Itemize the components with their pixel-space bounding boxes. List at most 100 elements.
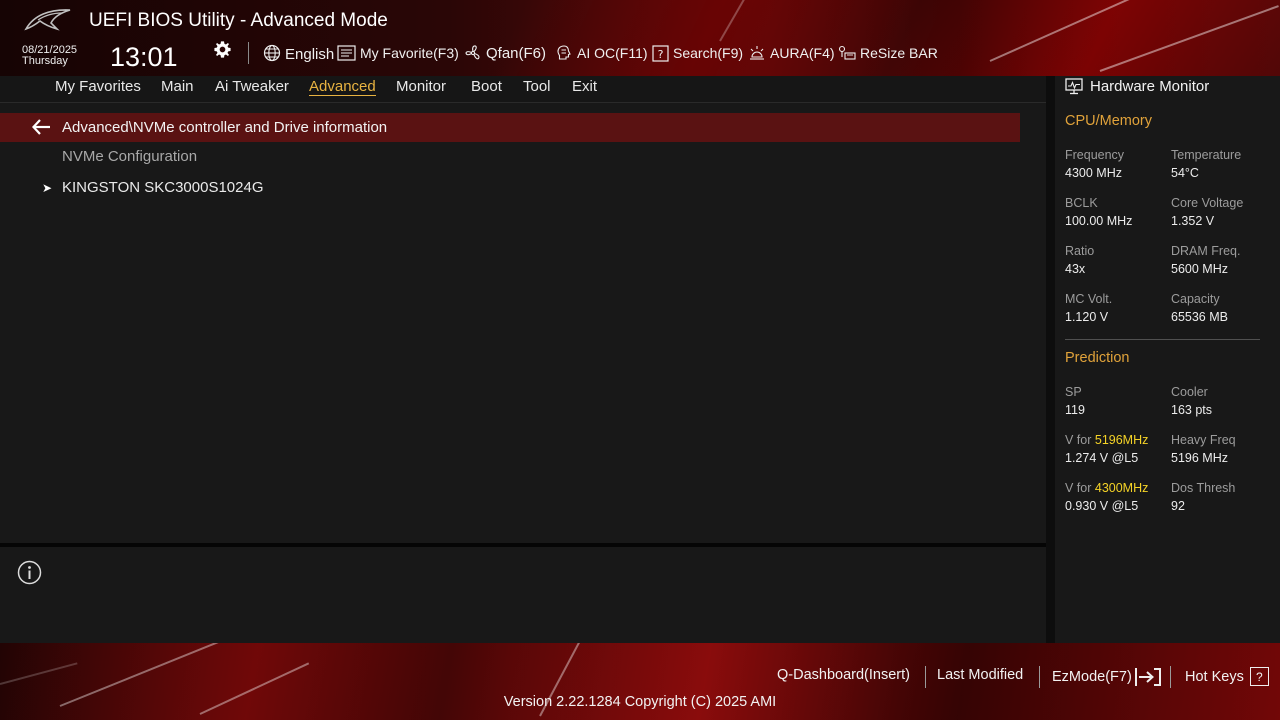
ratio-stat: Ratio 43x <box>1065 242 1094 278</box>
footer-divider <box>1170 666 1171 688</box>
tab-exit[interactable]: Exit <box>572 78 597 95</box>
hot-keys-label: Hot Keys <box>1185 668 1244 685</box>
core-voltage-stat: Core Voltage 1.352 V <box>1171 194 1243 230</box>
stat-label: Core Voltage <box>1171 196 1244 210</box>
ezmode-label: EzMode(F7) <box>1052 669 1132 685</box>
fan-icon <box>465 45 480 60</box>
header-divider <box>248 42 249 64</box>
ezmode-button[interactable]: EzMode(F7) <box>1052 667 1162 687</box>
stat-label-frequency: 4300MHz <box>1094 481 1149 495</box>
ai-chip-icon <box>557 45 571 60</box>
stat-label: Temperature <box>1171 148 1242 162</box>
q-dashboard-button[interactable]: Q-Dashboard(Insert) <box>777 667 910 683</box>
submenu-arrow-icon: ➤ <box>42 180 53 195</box>
gear-icon[interactable] <box>213 40 232 59</box>
version-text: Version 2.22.1284 Copyright (C) 2025 AMI <box>503 694 777 710</box>
globe-icon <box>263 44 281 62</box>
stat-value: 1.120 V <box>1065 310 1109 324</box>
resize-bar-button[interactable]: ReSize BAR <box>838 42 938 64</box>
settings-panel: Advanced\NVMe controller and Drive infor… <box>0 103 1046 543</box>
v-for-heavy-stat: V for 5196MHz 1.274 V @L5 <box>1065 431 1148 467</box>
nvme-drive-item[interactable]: ➤ KINGSTON SKC3000S1024G <box>42 179 264 196</box>
exit-to-ezmode-icon <box>1134 668 1161 686</box>
app-title: UEFI BIOS Utility - Advanced Mode <box>89 10 388 31</box>
language-button[interactable]: English <box>263 42 334 64</box>
favorite-list-icon <box>337 44 356 61</box>
hardware-monitor-panel: Hardware Monitor CPU/Memory Frequency 43… <box>1055 76 1280 643</box>
last-modified-button[interactable]: Last Modified <box>937 667 1023 683</box>
my-favorite-button[interactable]: My Favorite(F3) <box>337 42 459 64</box>
section-heading: NVMe Configuration <box>62 148 198 165</box>
stat-value: 43x <box>1065 262 1086 276</box>
ai-oc-label: AI OC(F11) <box>577 45 648 61</box>
stat-value: 4300 MHz <box>1065 166 1122 180</box>
dram-freq-stat: DRAM Freq. 5600 MHz <box>1171 242 1240 278</box>
section-divider <box>1065 339 1260 340</box>
aura-light-icon <box>750 46 764 60</box>
nvme-drive-label: KINGSTON SKC3000S1024G <box>62 179 264 196</box>
q-dashboard-label: Q-Dashboard(Insert) <box>777 667 910 683</box>
heavy-freq-stat: Heavy Freq 5196 MHz <box>1171 431 1236 467</box>
decor-streak <box>0 662 78 685</box>
hot-keys-question-icon: ? <box>1249 667 1269 686</box>
date-display: 08/21/2025 Thursday <box>22 45 77 67</box>
stat-value: 100.00 MHz <box>1065 214 1133 228</box>
main-tabs: My Favorites Main Ai Tweaker Advanced Mo… <box>0 76 1046 103</box>
stat-value: 163 pts <box>1171 403 1213 417</box>
mc-volt-stat: MC Volt. 1.120 V <box>1065 290 1112 326</box>
weekday-text: Thursday <box>22 55 68 67</box>
qfan-button[interactable]: Qfan(F6) <box>464 42 546 64</box>
qfan-label: Qfan(F6) <box>486 44 547 62</box>
stat-label: Heavy Freq <box>1171 433 1236 447</box>
stat-label: Ratio <box>1065 244 1095 258</box>
tab-main[interactable]: Main <box>161 78 194 95</box>
stat-label: Frequency <box>1065 148 1125 162</box>
tab-my-favorites[interactable]: My Favorites <box>55 78 141 95</box>
info-icon <box>17 560 42 585</box>
hardware-monitor-title: Hardware Monitor <box>1065 78 1209 95</box>
monitor-icon <box>1065 78 1083 95</box>
stat-label: V for 4300MHz <box>1065 479 1148 497</box>
search-button[interactable]: ? Search(F9) <box>652 42 743 64</box>
bclk-stat: BCLK 100.00 MHz <box>1065 194 1132 230</box>
svg-text:?: ? <box>658 48 664 61</box>
clock: 13:01 <box>110 42 178 72</box>
help-info-panel <box>0 547 1046 643</box>
decor-streak <box>989 0 1192 62</box>
top-header: UEFI BIOS Utility - Advanced Mode 08/21/… <box>0 0 1280 76</box>
stat-label: Capacity <box>1171 292 1220 306</box>
rog-logo-icon <box>24 9 71 31</box>
decor-streak <box>719 0 751 42</box>
sp-stat: SP 119 <box>1065 383 1085 419</box>
stat-value: 0.930 V @L5 <box>1065 499 1139 513</box>
stat-value: 5196 MHz <box>1171 451 1228 465</box>
tab-boot[interactable]: Boot <box>471 78 502 95</box>
hot-keys-button[interactable]: Hot Keys ? <box>1185 667 1269 686</box>
tab-monitor[interactable]: Monitor <box>396 78 446 95</box>
stat-label-prefix: V for <box>1065 481 1095 495</box>
cooler-stat: Cooler 163 pts <box>1171 383 1212 419</box>
tab-advanced[interactable]: Advanced <box>309 78 376 96</box>
cpu-memory-heading: CPU/Memory <box>1065 113 1153 129</box>
ai-oc-button[interactable]: AI OC(F11) <box>555 42 648 64</box>
help-search-icon: ? <box>652 44 669 62</box>
stat-value: 5600 MHz <box>1171 262 1228 276</box>
back-arrow-icon[interactable] <box>32 119 51 135</box>
stat-label-prefix: V for <box>1065 433 1095 447</box>
hardware-monitor-label: Hardware Monitor <box>1090 78 1210 95</box>
stat-label: MC Volt. <box>1065 292 1113 306</box>
prediction-heading: Prediction <box>1065 350 1130 366</box>
frequency-stat: Frequency 4300 MHz <box>1065 146 1124 182</box>
tab-ai-tweaker[interactable]: Ai Tweaker <box>215 78 289 95</box>
stat-label: Dos Thresh <box>1171 481 1236 495</box>
breadcrumb-path: Advanced\NVMe controller and Drive infor… <box>62 119 388 136</box>
aura-label: AURA(F4) <box>770 45 835 61</box>
breadcrumb: Advanced\NVMe controller and Drive infor… <box>0 113 1020 142</box>
stat-value: 1.352 V <box>1171 214 1215 228</box>
footer-divider <box>1039 666 1040 688</box>
aura-button[interactable]: AURA(F4) <box>748 42 835 64</box>
bottom-footer: Q-Dashboard(Insert) Last Modified EzMode… <box>0 643 1280 720</box>
tab-tool[interactable]: Tool <box>523 78 551 95</box>
stat-label: DRAM Freq. <box>1171 244 1241 258</box>
resize-bar-icon <box>838 45 856 60</box>
